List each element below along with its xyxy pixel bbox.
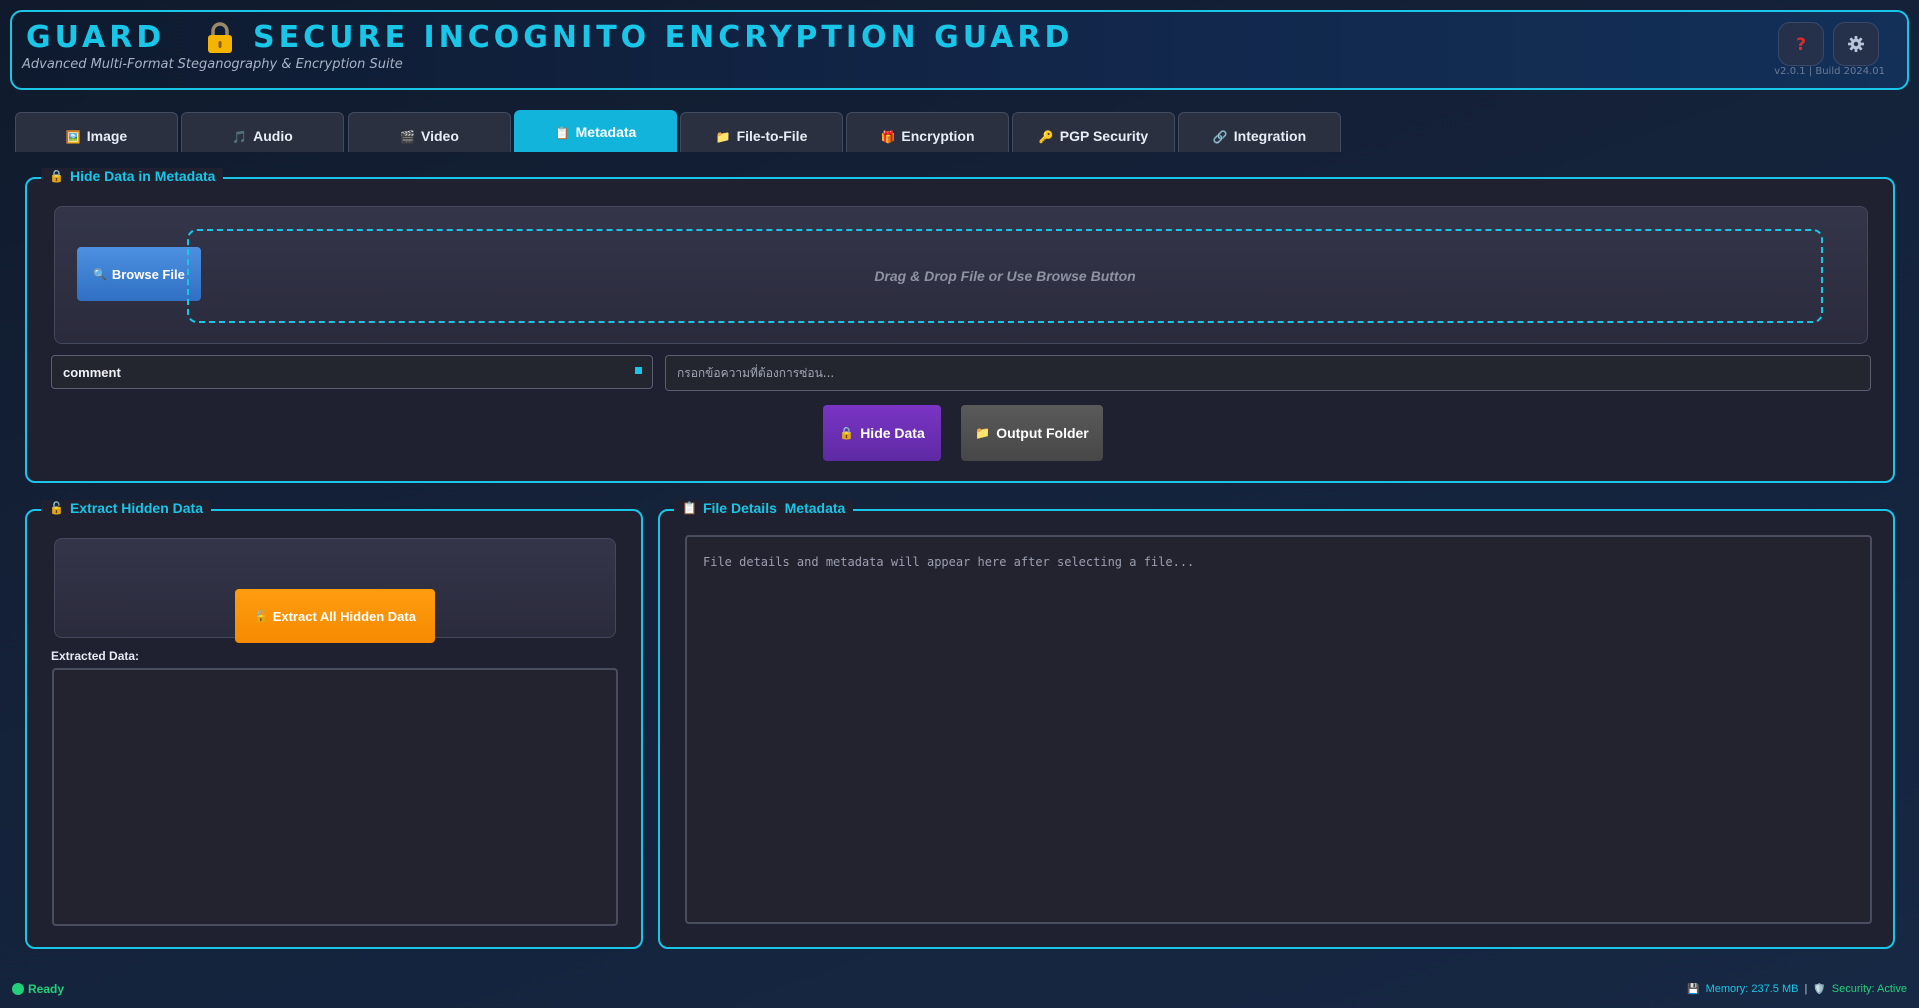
output-folder-label: Output Folder [996, 425, 1089, 441]
folder-icon: 📁 [975, 426, 991, 440]
output-folder-button[interactable]: 📁 Output Folder [961, 405, 1103, 461]
clipboard-icon: 📋 [682, 501, 697, 515]
tab-pgp-security[interactable]: 🔑 PGP Security [1012, 112, 1175, 152]
link-icon: 🔗 [1212, 130, 1228, 144]
clipboard-icon: 📋 [554, 126, 570, 140]
svg-text:?: ? [1796, 35, 1806, 53]
memory-icon: 💾 [1687, 983, 1700, 995]
extracted-data-textarea[interactable] [52, 668, 618, 926]
video-clapper-icon: 🎬 [400, 130, 416, 144]
hide-panel-title-text: Hide Data in Metadata [69, 168, 216, 184]
tab-label: PGP Security [1059, 128, 1149, 144]
audio-icon: 🎵 [232, 130, 248, 144]
file-details-panel: 📋 File Details Metadata File details and… [658, 500, 1895, 949]
hide-panel-title: 🔒 Hide Data in Metadata [41, 168, 224, 184]
gear-icon [1848, 36, 1864, 52]
status-info: 💾 Memory: 237.5 MB | 🛡️ Security: Active [1687, 983, 1907, 995]
extract-all-button[interactable]: 🔓 Extract All Hidden Data [235, 589, 435, 643]
tab-audio[interactable]: 🎵 Audio [181, 112, 344, 152]
extract-action-area: 🔓 Extract All Hidden Data [54, 538, 616, 643]
file-details-title-text: File Details Metadata [702, 500, 846, 516]
lock-icon: 🔒 [49, 169, 64, 183]
tab-metadata[interactable]: 📋 Metadata [514, 110, 677, 152]
tab-label: Encryption [901, 128, 975, 144]
tab-label: Audio [253, 128, 293, 144]
tab-image[interactable]: 🖼️ Image [15, 112, 178, 152]
tab-label: Metadata [575, 124, 637, 140]
extracted-data-label: Extracted Data: [51, 649, 140, 663]
memory-usage: Memory: 237.5 MB [1705, 983, 1799, 995]
hide-text-input[interactable]: กรอกข้อความที่ต้องการซ่อน... [665, 355, 1871, 391]
metadata-field-select[interactable]: comment [51, 355, 653, 389]
lock-icon [208, 22, 232, 53]
file-details-placeholder: File details and metadata will appear he… [703, 555, 1195, 569]
tab-label: Video [421, 128, 459, 144]
tab-video[interactable]: 🎬 Video [348, 112, 511, 152]
file-dropzone[interactable]: Drag & Drop File or Use Browse Button [187, 229, 1823, 323]
hide-data-button[interactable]: 🔒 Hide Data [823, 405, 941, 461]
hide-text-placeholder: กรอกข้อความที่ต้องการซ่อน... [677, 365, 835, 380]
version-label: v2.0.1 | Build 2024.01 [1774, 66, 1885, 77]
image-icon: 🖼️ [65, 130, 81, 144]
status-indicator-icon [12, 983, 24, 995]
hide-data-panel: 🔒 Hide Data in Metadata 🔍 Browse File Dr… [25, 168, 1895, 483]
gift-lock-icon: 🎁 [880, 130, 896, 144]
extract-panel-title: 🔓 Extract Hidden Data [41, 500, 211, 516]
status-separator: | [1804, 983, 1808, 995]
tab-encryption[interactable]: 🎁 Encryption [846, 112, 1009, 152]
file-details-textarea[interactable]: File details and metadata will appear he… [685, 535, 1872, 924]
tab-file-to-file[interactable]: 📁 File-to-File [680, 112, 843, 152]
hide-data-label: Hide Data [860, 425, 925, 441]
question-icon: ? [1796, 35, 1806, 53]
key-icon: 🔑 [1038, 130, 1054, 144]
unlock-icon: 🔓 [254, 610, 268, 623]
extract-panel-title-text: Extract Hidden Data [69, 500, 203, 516]
browse-file-button[interactable]: 🔍 Browse File [77, 247, 201, 301]
file-select-area: 🔍 Browse File Drag & Drop File or Use Br… [54, 206, 1868, 344]
dropdown-indicator-icon [635, 367, 642, 374]
app-subtitle: Advanced Multi-Format Steganography & En… [22, 57, 403, 72]
extract-panel: 🔓 Extract Hidden Data 🔓 Extract All Hidd… [25, 500, 643, 949]
file-details-title: 📋 File Details Metadata [674, 500, 854, 516]
unlock-icon: 🔓 [49, 501, 64, 515]
app-title: SECURE INCOGNITO ENCRYPTION GUARD [253, 20, 1074, 55]
folder-icon: 📁 [715, 130, 731, 144]
extract-all-label: Extract All Hidden Data [272, 608, 416, 624]
search-icon: 🔍 [93, 268, 107, 281]
shield-icon: 🛡️ [1813, 983, 1826, 995]
metadata-field-value: comment [63, 364, 121, 380]
status-text: Ready [28, 982, 65, 996]
lock-icon: 🔒 [839, 426, 855, 440]
help-button[interactable]: ? [1778, 22, 1824, 66]
dropzone-text: Drag & Drop File or Use Browse Button [874, 268, 1136, 284]
security-status: Security: Active [1831, 983, 1907, 995]
tab-label: Integration [1233, 128, 1307, 144]
tab-label: Image [86, 128, 128, 144]
settings-button[interactable] [1833, 22, 1879, 66]
tab-label: File-to-File [736, 128, 808, 144]
tab-integration[interactable]: 🔗 Integration [1178, 112, 1341, 152]
browse-file-label: Browse File [111, 266, 185, 282]
app-short-name: GUARD [26, 20, 166, 55]
